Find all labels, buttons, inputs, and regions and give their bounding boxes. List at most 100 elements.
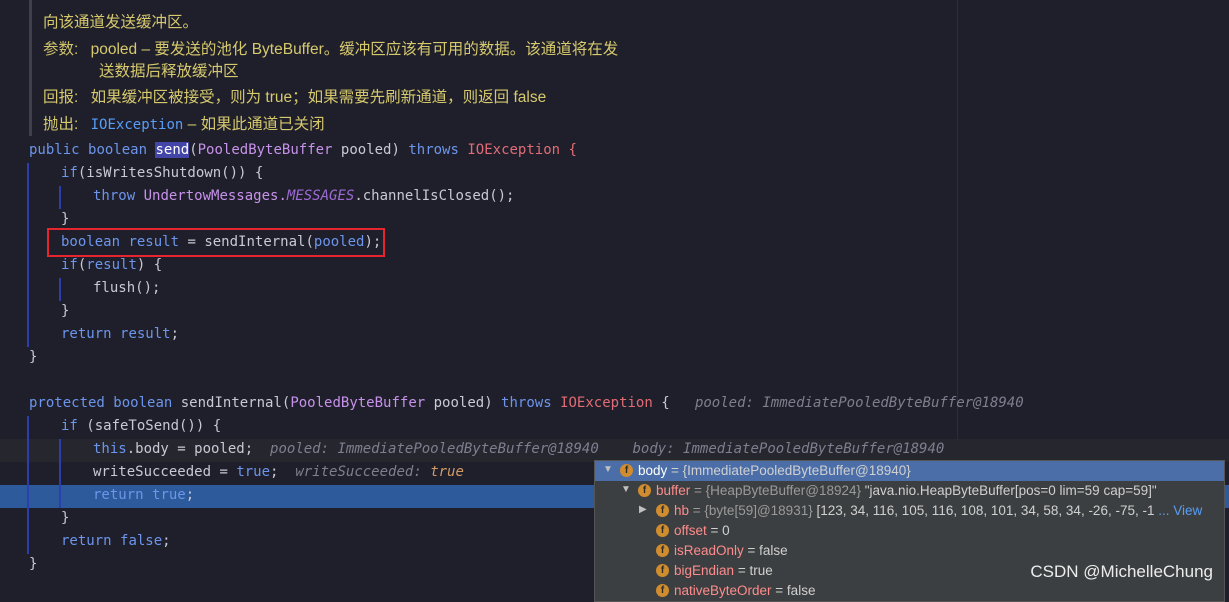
brace-close: } [29,349,38,365]
field-name: nativeByteOrder [674,583,772,598]
param-pooled: pooled) [425,395,502,411]
stmt-end: ; [170,326,180,342]
brace-open: { [652,395,670,411]
inline-debug-hint-name: writeSucceeded: [295,464,431,480]
inline-debug-hint-pooled: pooled: ImmediatePooledByteBuffer@18940 [270,441,599,457]
field-icon: f [656,524,669,537]
method-channelisclosed: .channelIsClosed(); [354,188,515,204]
doc-return-label: 回报: [43,89,79,106]
kw-false: false [120,533,163,549]
brace-close: } [61,211,70,227]
field-icon: f [620,464,633,477]
code-line-return-result[interactable]: return result; [0,324,1229,347]
field-value: = true [734,563,773,578]
doc-throws: 抛出: IOException – 如果此通道已关闭 [43,112,325,134]
tree-row-hb[interactable]: ▶ f hb = {byte[59]@18931} [123, 34, 116,… [595,501,1224,521]
code-line-if-safe[interactable]: if (safeToSend()) { [0,416,1229,439]
inline-debug-hint: pooled: ImmediatePooledByteBuffer@18940 [694,395,1024,411]
doc-param-cont: 送数据后释放缓冲区 [99,63,239,80]
field-name: offset [674,523,707,538]
doc-throws-label: 抛出: [43,116,79,133]
code-line-close-if2[interactable]: } [0,301,1229,324]
field-name: isReadOnly [674,543,744,558]
field-value: = false [771,583,816,598]
brace-close: } [61,510,70,526]
kw-throws: throws [408,142,459,158]
kw-return: return [93,487,144,503]
type-pooledbytebuffer[interactable]: PooledByteBuffer [198,142,333,158]
code-line-close-method[interactable]: } [0,347,1229,370]
stmt-end: ; [270,464,279,480]
code-line-this-body[interactable]: this.body = pooled; pooled: ImmediatePoo… [0,439,1229,462]
brace-close: } [61,303,70,319]
indent-guide [59,439,61,508]
doc-throws-text: – 如果此通道已关闭 [183,116,325,133]
kw-throws: throws [501,395,552,411]
stmt-end: ; [162,533,171,549]
call-flush: flush(); [93,280,161,296]
brace-open: { [560,142,577,158]
code-line-if-shutdown[interactable]: if(isWritesShutdown()) { [0,163,1229,186]
field-body: .body [126,441,169,457]
field-value: [123, 34, 116, 105, 116, 108, 101, 34, 5… [816,503,1155,518]
field-name: buffer [656,483,691,498]
code-line-flush[interactable]: flush(); [0,278,1229,301]
javadoc-rendered: 向该通道发送缓冲区。 参数: pooled – 要发送的池化 ByteBuffe… [29,0,672,136]
paren: ( [189,142,198,158]
view-link[interactable]: ... View [1158,503,1202,518]
doc-param-text: – 要发送的池化 ByteBuffer。缓冲区应该有可用的数据。该通道将在发 [137,41,619,58]
if-condition: (isWritesShutdown()) { [77,165,264,181]
kw-if: if [61,418,78,434]
field-value: = 0 [706,523,730,538]
type-pooledbytebuffer[interactable]: PooledByteBuffer [290,395,425,411]
field-icon: f [656,584,669,597]
kw-boolean: boolean [88,142,148,158]
field-value: = false [743,543,788,558]
field-writesucceeded: writeSucceeded [93,464,212,480]
expand-arrow-icon[interactable]: ▶ [639,504,647,515]
doc-param-label: 参数: [43,41,79,58]
var-result: result [120,326,171,342]
tree-row-nativebyteorder[interactable]: f nativeByteOrder = false [595,581,1224,601]
highlight-box [47,228,385,257]
field-value: "java.nio.HeapByteBuffer[pos=0 lim=59 ca… [864,483,1157,498]
field-name: hb [674,503,690,518]
indent-guide [59,278,61,301]
class-undertowmessages[interactable]: UndertowMessages. [144,188,287,204]
field-ref: = {HeapByteBuffer@18924} [690,483,865,498]
kw-return: return [61,533,112,549]
kw-this: this [93,441,127,457]
kw-throw: throw [93,188,136,204]
collapse-arrow-icon[interactable]: ▼ [621,484,631,495]
type-ioexception[interactable]: IOException [560,395,653,411]
tree-row-isreadonly[interactable]: f isReadOnly = false [595,541,1224,561]
type-ioexception[interactable]: IOException [467,142,560,158]
tree-row-buffer[interactable]: ▼ f buffer = {HeapByteBuffer@18924} "jav… [595,481,1224,501]
watermark: CSDN @MichelleChung [1030,562,1213,581]
kw-public: public [29,142,80,158]
code-line-throw[interactable]: throw UndertowMessages.MESSAGES.channelI… [0,186,1229,209]
code-line-send-signature[interactable]: public boolean send(PooledByteBuffer poo… [0,140,1229,163]
assign-pooled: = pooled; [168,441,254,457]
field-icon: f [656,564,669,577]
static-messages[interactable]: MESSAGES [287,188,354,204]
inline-debug-hint-value: true [430,464,464,480]
method-send[interactable]: send [155,142,190,158]
method-sendinternal[interactable]: sendInternal( [172,395,291,411]
stmt-end: ; [185,487,195,503]
brace-close: } [29,556,38,572]
code-line-sendinternal-signature[interactable]: protected boolean sendInternal(PooledByt… [0,393,1229,416]
kw-if: if [61,257,78,273]
collapse-arrow-icon[interactable]: ▼ [603,464,613,475]
code-line-if-result[interactable]: if(result) { [0,255,1229,278]
tree-row-offset[interactable]: f offset = 0 [595,521,1224,541]
tree-row-body[interactable]: ▼ f body = {ImmediatePooledByteBuffer@18… [595,461,1224,481]
indent-guide [59,186,61,209]
indent-guide [27,416,29,554]
if-condition: (safeToSend()) { [77,418,222,434]
kw-true: true [152,487,186,503]
param-pooled: pooled) [332,142,409,158]
doc-return-text: 如果缓冲区被接受，则为 true；如果需要先刷新通道，则返回 false [90,89,547,106]
doc-return: 回报: 如果缓冲区被接受，则为 true；如果需要先刷新通道，则返回 false [43,85,546,107]
doc-throws-link[interactable]: IOException [91,117,184,133]
